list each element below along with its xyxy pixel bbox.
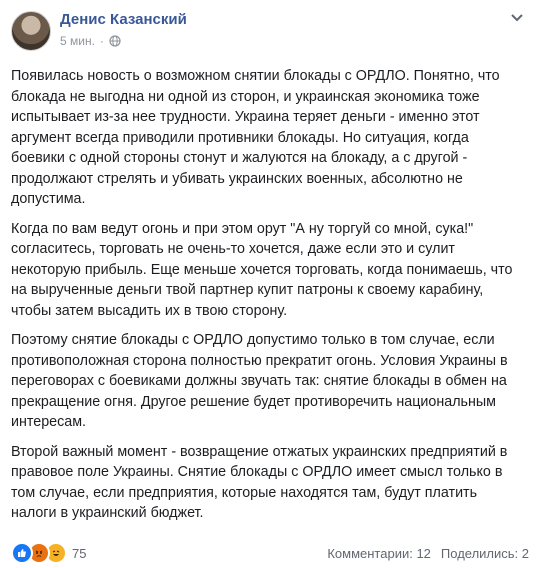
- author-name[interactable]: Денис Казанский: [60, 11, 187, 28]
- post-paragraph: Когда по вам ведут огонь и при этом орут…: [11, 220, 513, 319]
- like-reaction-icon: [11, 542, 33, 564]
- meta-separator: ·: [99, 34, 104, 48]
- post-paragraph: Поэтому снятие блокады с ОРДЛО допустимо…: [11, 332, 508, 430]
- post-stats: Комментарии: 12 Поделились: 2: [327, 546, 529, 561]
- avatar[interactable]: [11, 11, 51, 51]
- globe-icon[interactable]: [109, 35, 121, 47]
- chevron-down-icon[interactable]: [511, 14, 523, 22]
- reaction-count: 75: [72, 545, 87, 561]
- post-footer: 75 Комментарии: 12 Поделились: 2: [0, 540, 537, 568]
- post-meta: 5 мин. ·: [60, 34, 121, 48]
- post-time[interactable]: 5 мин.: [60, 34, 95, 48]
- post-paragraph: Появилась новость о возможном снятии бло…: [11, 68, 500, 207]
- comments-link[interactable]: Комментарии: 12: [327, 546, 431, 561]
- post-paragraph: Второй важный момент - возвращение отжат…: [11, 443, 508, 522]
- shares-link[interactable]: Поделились: 2: [441, 546, 529, 561]
- reactions-summary[interactable]: 75: [11, 542, 86, 564]
- facebook-post: Денис Казанский 5 мин. · Появилась новос…: [0, 0, 537, 568]
- post-text: Появилась новость о возможном снятии бло…: [11, 66, 526, 533]
